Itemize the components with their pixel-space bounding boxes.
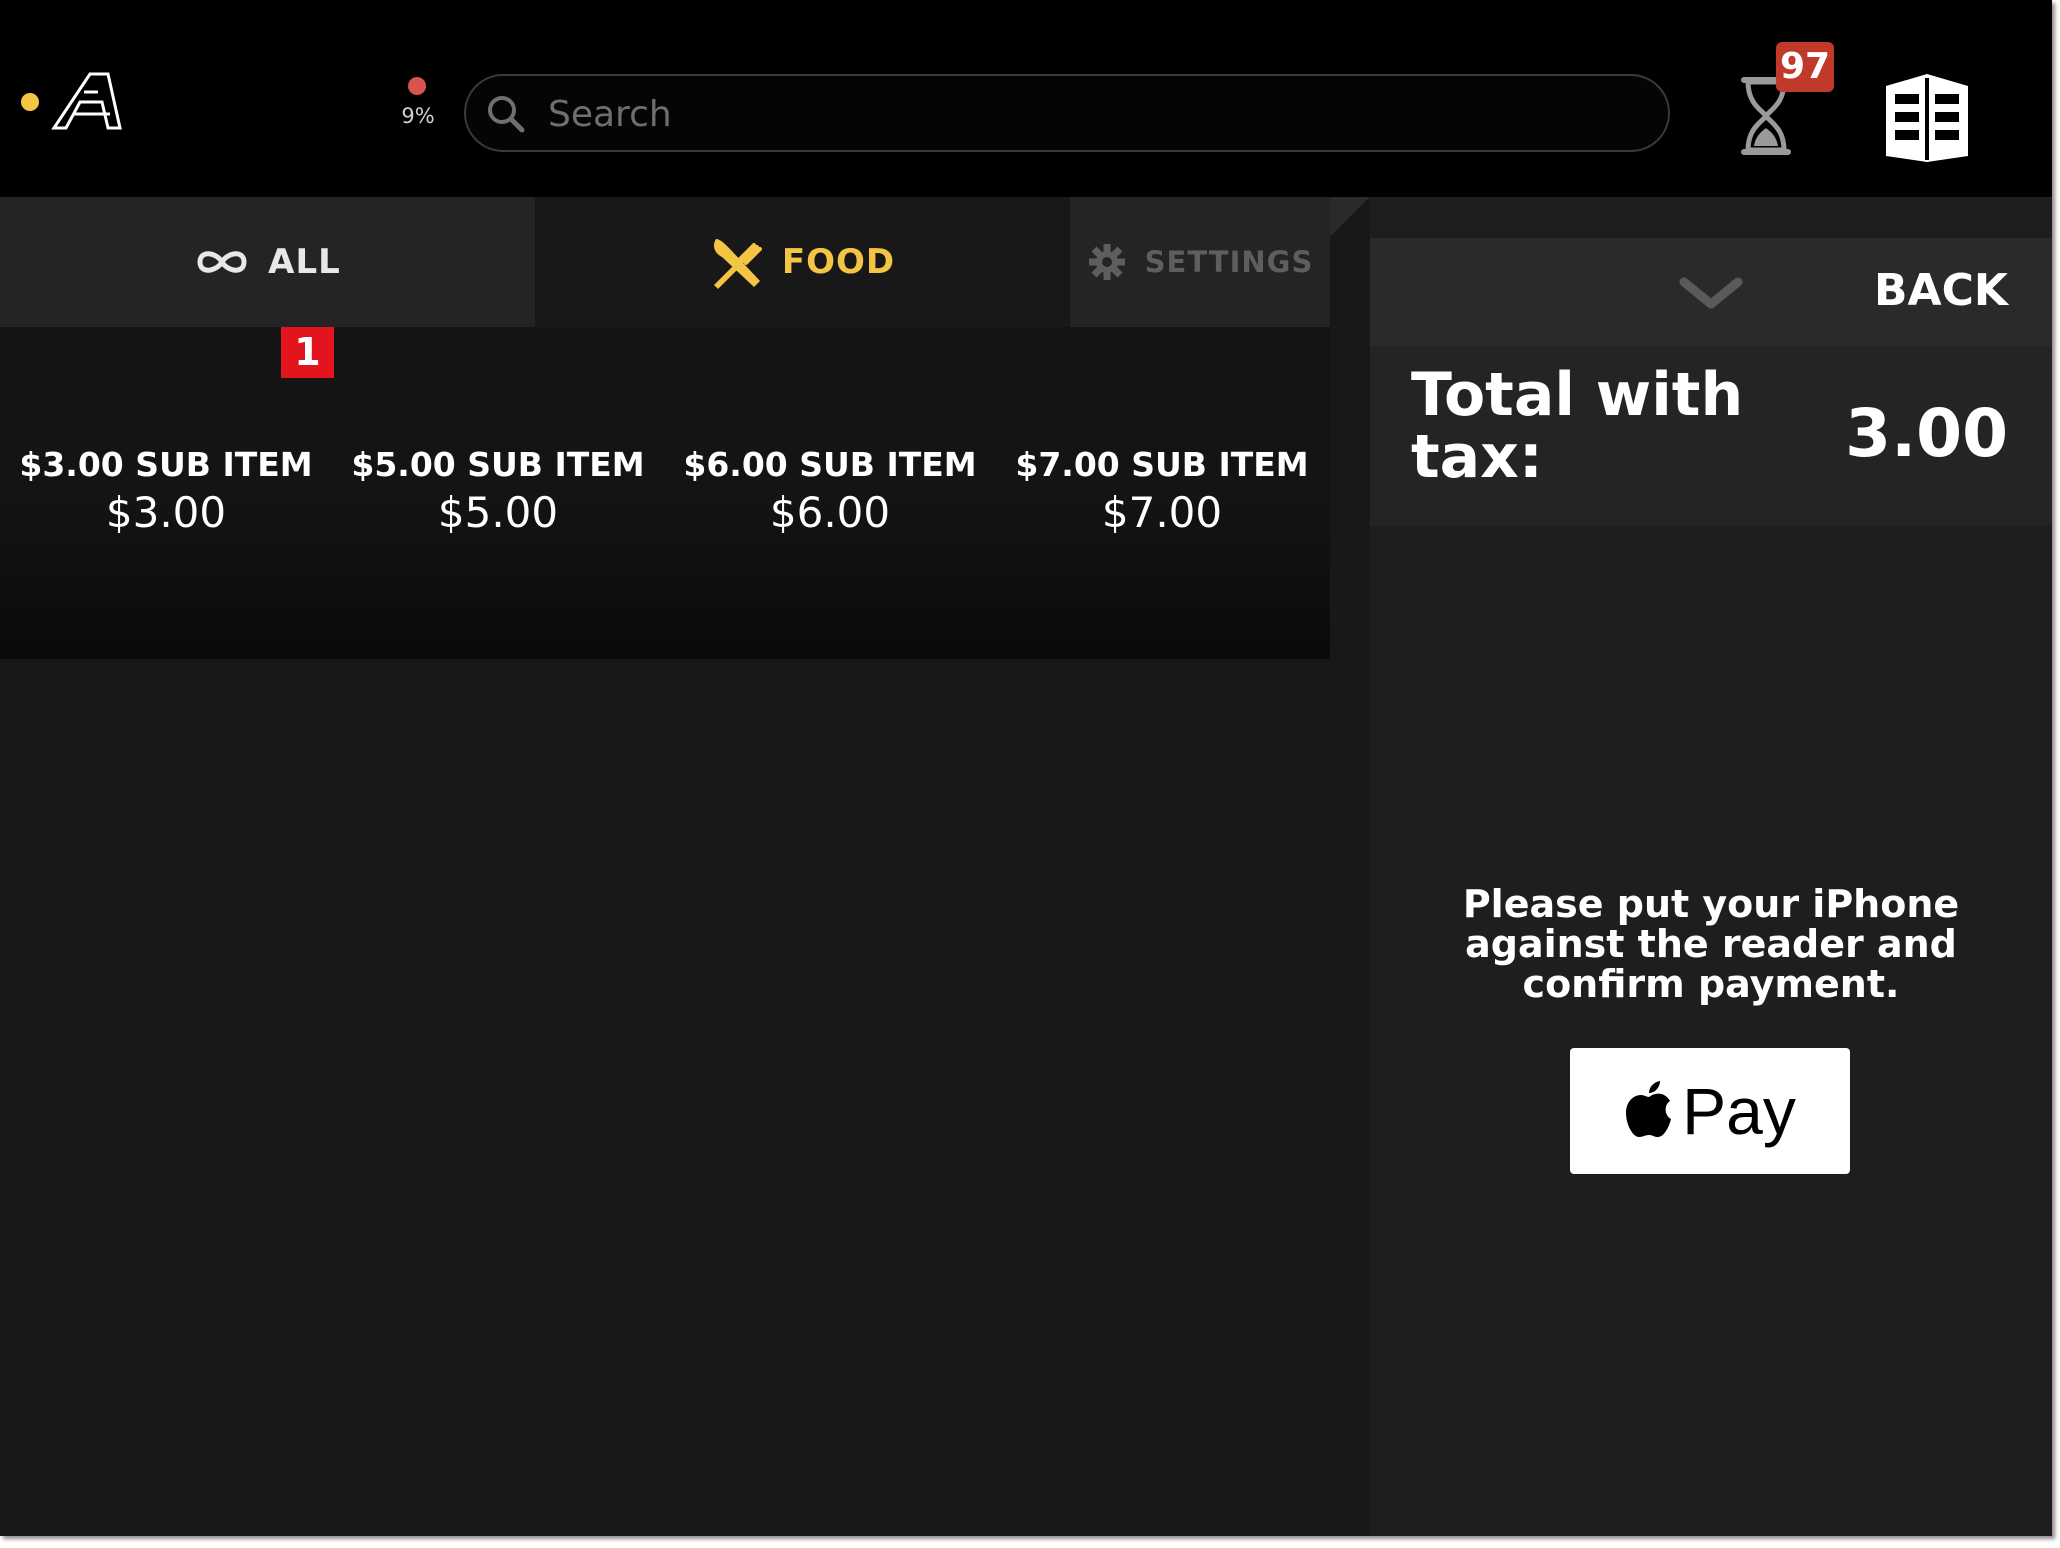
status-dot: [21, 93, 39, 111]
total-summary: Total with tax: 3.00: [1370, 346, 2052, 526]
apple-pay-button[interactable]: Pay: [1570, 1048, 1850, 1174]
product-name: $6.00 SUB ITEM: [683, 445, 977, 484]
apple-pay-label: Pay: [1682, 1074, 1796, 1148]
product-price: $5.00: [437, 488, 559, 537]
product-grid: 1 $3.00 SUB ITEM $3.00 $5.00 SUB ITEM $5…: [0, 327, 1330, 659]
battery-indicator-dot: [408, 77, 426, 95]
product-name: $5.00 SUB ITEM: [351, 445, 645, 484]
product-name: $3.00 SUB ITEM: [19, 445, 313, 484]
quantity-badge: 1: [281, 327, 334, 378]
tab-food-label: FOOD: [781, 242, 896, 282]
pos-app: 9% 97: [0, 0, 2052, 1536]
product-item[interactable]: $5.00 SUB ITEM $5.00: [332, 327, 664, 659]
app-logo: [51, 72, 122, 130]
menu-book-icon[interactable]: [1882, 70, 1972, 164]
chevron-down-icon: [1679, 277, 1743, 309]
pending-count-badge: 97: [1776, 42, 1835, 92]
total-value: 3.00: [1845, 395, 2008, 472]
search-bar[interactable]: [464, 74, 1670, 152]
product-price: $6.00: [769, 488, 891, 537]
fork-knife-icon: [713, 239, 762, 289]
product-price: $3.00: [105, 488, 227, 537]
product-name: $7.00 SUB ITEM: [1015, 445, 1309, 484]
tab-food[interactable]: FOOD: [535, 197, 1070, 327]
total-label: Total with tax:: [1411, 360, 1744, 492]
search-input[interactable]: [546, 86, 1650, 142]
tab-all-label: ALL: [268, 242, 341, 282]
top-bar: 9% 97: [0, 0, 2052, 197]
tab-all[interactable]: ALL: [0, 197, 535, 327]
tab-settings[interactable]: SETTINGS: [1070, 197, 1330, 327]
infinity-icon: [197, 251, 247, 273]
payment-instruction: Please put your iPhone against the reade…: [1462, 882, 1960, 1006]
category-tabs: ALL FOOD SETTINGS: [0, 197, 1330, 327]
product-item[interactable]: $7.00 SUB ITEM $7.00: [996, 327, 1328, 659]
back-button[interactable]: BACK: [1370, 238, 2052, 346]
gear-icon: [1088, 244, 1125, 280]
checkout-panel: BACK Total with tax: 3.00 Please put you…: [1370, 197, 2052, 1536]
product-item[interactable]: $6.00 SUB ITEM $6.00: [664, 327, 996, 659]
tab-corner: [1330, 197, 1370, 237]
product-item[interactable]: 1 $3.00 SUB ITEM $3.00: [0, 327, 334, 659]
battery-percent: 9%: [401, 104, 435, 128]
back-label: BACK: [1874, 265, 2008, 316]
product-price: $7.00: [1101, 488, 1223, 537]
search-icon: [488, 96, 525, 133]
tab-settings-label: SETTINGS: [1144, 245, 1314, 279]
apple-logo-icon: [1626, 1081, 1672, 1137]
